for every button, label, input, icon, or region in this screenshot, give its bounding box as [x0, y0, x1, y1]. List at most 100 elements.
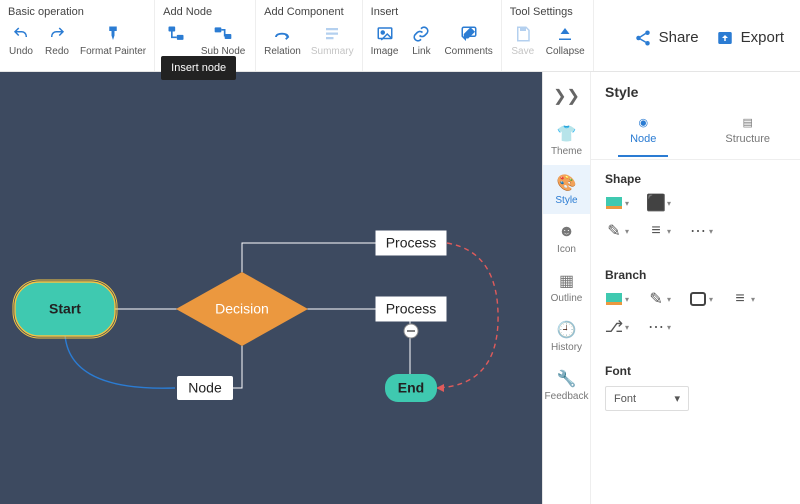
branch-outline-picker[interactable]: ▾	[689, 290, 713, 308]
branch-style-b[interactable]: ⋯▾	[647, 318, 671, 336]
undo-icon	[11, 24, 31, 44]
collapse-button[interactable]: Collapse	[542, 22, 589, 59]
panel-title: Style	[591, 72, 800, 110]
add-subnode-icon	[213, 24, 233, 44]
panel-tabs: ◉ Node ▤ Structure	[591, 110, 800, 160]
branch-pen-picker[interactable]: ✎▾	[647, 290, 671, 308]
export-label: Export	[741, 29, 784, 46]
section-branch: Branch ▾ ✎▾ ▾ ≡▾ ⎇▾ ⋯▾	[591, 256, 800, 352]
comments-icon	[459, 24, 479, 44]
tab-theme[interactable]: 👕Theme	[543, 116, 590, 165]
link-icon	[411, 24, 431, 44]
save-button[interactable]: Save	[506, 22, 540, 59]
lines-icon: ≡	[731, 290, 749, 308]
node-tab-icon: ◉	[638, 116, 648, 129]
shape-fill-picker[interactable]: ▾	[605, 194, 629, 212]
border-color-picker[interactable]: ✎▾	[605, 222, 629, 240]
link-button[interactable]: Link	[404, 22, 438, 59]
outline-icon	[689, 290, 707, 308]
branch-style-a[interactable]: ⎇▾	[605, 318, 629, 336]
group-insert: Insert Image Link Comments	[363, 0, 502, 71]
lines-icon: ≡	[647, 222, 665, 240]
insert-node-tooltip: Insert node	[161, 56, 236, 80]
shape-type-picker[interactable]: ⬛▾	[647, 194, 671, 212]
export-icon	[715, 28, 735, 48]
tshirt-icon: 👕	[557, 124, 577, 144]
branch-icon: ⎇	[605, 318, 623, 336]
save-label: Save	[511, 46, 534, 57]
wrench-icon: 🔧	[557, 369, 577, 389]
group-add-node: Add Node Node Sub Node Insert node	[155, 0, 256, 71]
summary-icon	[322, 24, 342, 44]
section-title: Branch	[605, 268, 786, 282]
smiley-icon: ☻	[557, 222, 577, 242]
process2-text: Process	[386, 301, 437, 317]
undo-label: Undo	[9, 46, 33, 57]
tab-history[interactable]: 🕘History	[543, 312, 590, 361]
palette-icon: 🎨	[557, 173, 577, 193]
font-family-select[interactable]: Font ▾	[605, 386, 689, 411]
end-node-text: End	[398, 380, 424, 396]
image-label: Image	[371, 46, 399, 57]
export-button[interactable]: Export	[715, 28, 784, 48]
group-basic-operation: Basic operation Undo Redo Format Painter	[0, 0, 155, 71]
dashed-icon: ⋯	[647, 318, 665, 336]
group-title: Tool Settings	[506, 4, 589, 22]
pencil-icon: ✎	[605, 222, 623, 240]
comments-button[interactable]: Comments	[440, 22, 496, 59]
process1-text: Process	[386, 235, 437, 251]
add-subnode-button[interactable]: Sub Node	[195, 22, 251, 59]
link-label: Link	[412, 46, 430, 57]
border-width-picker[interactable]: ≡▾	[647, 222, 671, 240]
fill-icon	[605, 194, 623, 212]
format-painter-button[interactable]: Format Painter	[76, 22, 150, 59]
section-title: Shape	[605, 172, 786, 186]
clock-icon: 🕘	[557, 320, 577, 340]
pencil-icon: ✎	[647, 290, 665, 308]
tab-outline[interactable]: ▦Outline	[543, 263, 590, 312]
section-font: Font Font ▾	[591, 352, 800, 417]
add-node-button[interactable]: Node	[159, 22, 193, 59]
save-icon	[513, 24, 533, 44]
image-button[interactable]: Image	[367, 22, 403, 59]
redo-icon	[47, 24, 67, 44]
chevron-down-icon: ▾	[674, 392, 680, 405]
decision-node-text: Decision	[215, 301, 269, 317]
section-title: Font	[605, 364, 786, 378]
shape-icon: ⬛	[647, 194, 665, 212]
redo-button[interactable]: Redo	[40, 22, 74, 59]
branch-fill-picker[interactable]: ▾	[605, 290, 629, 308]
group-add-component: Add Component Relation Summary	[256, 0, 363, 71]
flowchart-canvas[interactable]: Start Decision Process Process Node End	[0, 72, 542, 504]
main-area: Start Decision Process Process Node End …	[0, 72, 800, 504]
add-node-icon	[166, 24, 186, 44]
collapse-label: Collapse	[546, 46, 585, 57]
relation-label: Relation	[264, 46, 301, 57]
dashed-lines-icon: ⋯	[689, 222, 707, 240]
comments-label: Comments	[444, 46, 492, 57]
summary-label: Summary	[311, 46, 354, 57]
share-button[interactable]: Share	[633, 28, 699, 48]
node-text: Node	[188, 380, 222, 396]
brush-icon	[103, 24, 123, 44]
panel-tab-node[interactable]: ◉ Node	[591, 110, 696, 159]
undo-button[interactable]: Undo	[4, 22, 38, 59]
style-panel: Style ◉ Node ▤ Structure Shape ▾ ⬛▾ ✎▾ ≡…	[590, 72, 800, 504]
relation-icon	[272, 24, 292, 44]
collapse-panel-button[interactable]: ❯❯	[553, 80, 580, 116]
structure-tab-icon: ▤	[743, 116, 753, 129]
branch-lines-picker[interactable]: ≡▾	[731, 290, 755, 308]
side-tab-strip: ❯❯ 👕Theme 🎨Style ☻Icon ▦Outline 🕘History…	[542, 72, 590, 504]
grid-icon: ▦	[557, 271, 577, 291]
relation-button[interactable]: Relation	[260, 22, 305, 59]
tab-style[interactable]: 🎨Style	[543, 165, 590, 214]
tab-feedback[interactable]: 🔧Feedback	[543, 361, 590, 410]
group-title: Add Component	[260, 4, 358, 22]
image-icon	[375, 24, 395, 44]
summary-button[interactable]: Summary	[307, 22, 358, 59]
group-title: Add Node	[159, 4, 251, 22]
panel-tab-structure[interactable]: ▤ Structure	[696, 110, 800, 159]
fill-icon	[605, 290, 623, 308]
tab-icon[interactable]: ☻Icon	[543, 214, 590, 263]
border-style-picker[interactable]: ⋯▾	[689, 222, 713, 240]
